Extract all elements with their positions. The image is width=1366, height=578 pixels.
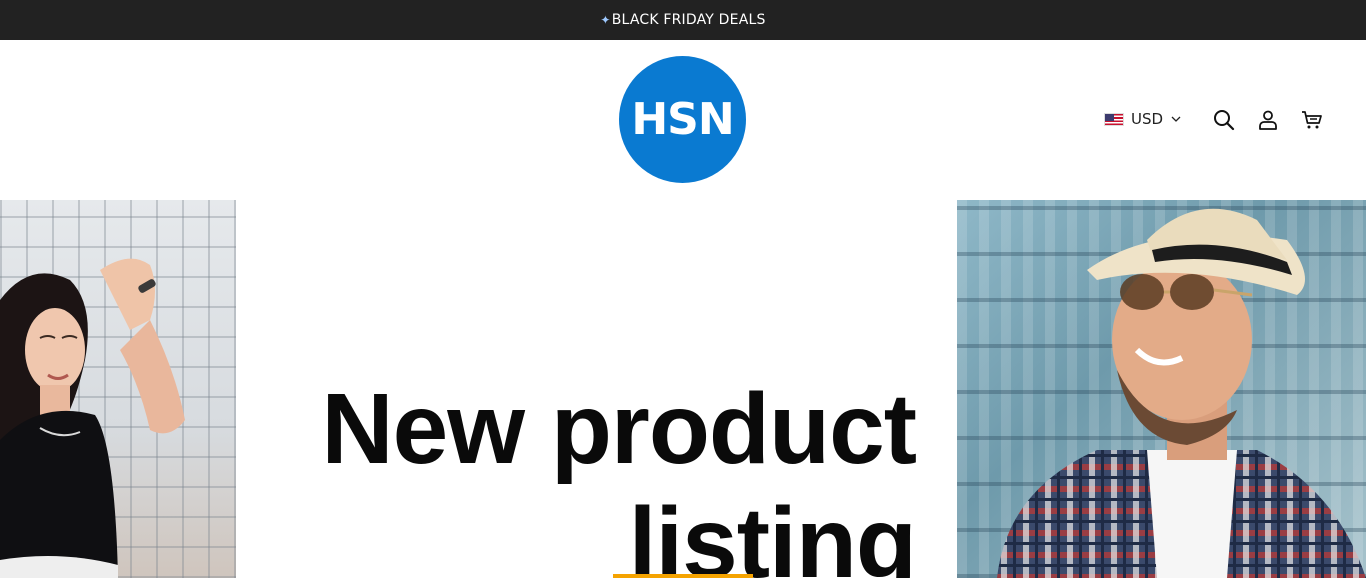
cart-icon — [1302, 111, 1322, 129]
search-icon — [1214, 110, 1235, 131]
announcement-text[interactable]: BLACK FRIDAY DEALS — [612, 12, 766, 28]
announcement-bar[interactable]: ✦ BLACK FRIDAY DEALS — [0, 0, 1366, 40]
hero-title: New product listing — [256, 372, 917, 578]
site-header: HSN USD — [0, 40, 1366, 200]
hero-accent-bar — [613, 574, 753, 578]
hero-image-man — [957, 200, 1366, 578]
chevron-down-icon — [1171, 116, 1181, 122]
sparkle-icon: ✦ — [600, 13, 611, 27]
hero-image-woman — [0, 200, 236, 578]
hsn-logo[interactable]: HSN — [619, 56, 746, 183]
search-button[interactable] — [1212, 108, 1236, 132]
cart-button[interactable] — [1300, 108, 1324, 132]
us-flag-icon — [1104, 112, 1124, 126]
hero-banner[interactable]: New product listing — [0, 200, 1366, 578]
account-icon — [1259, 110, 1277, 130]
currency-selector[interactable]: USD — [1104, 108, 1182, 130]
account-button[interactable] — [1256, 108, 1280, 132]
currency-label: USD — [1131, 110, 1164, 128]
hero-title-line1: New product — [321, 373, 917, 485]
hero-title-line2: listing — [628, 487, 917, 578]
logo-text: HSN — [631, 94, 734, 145]
